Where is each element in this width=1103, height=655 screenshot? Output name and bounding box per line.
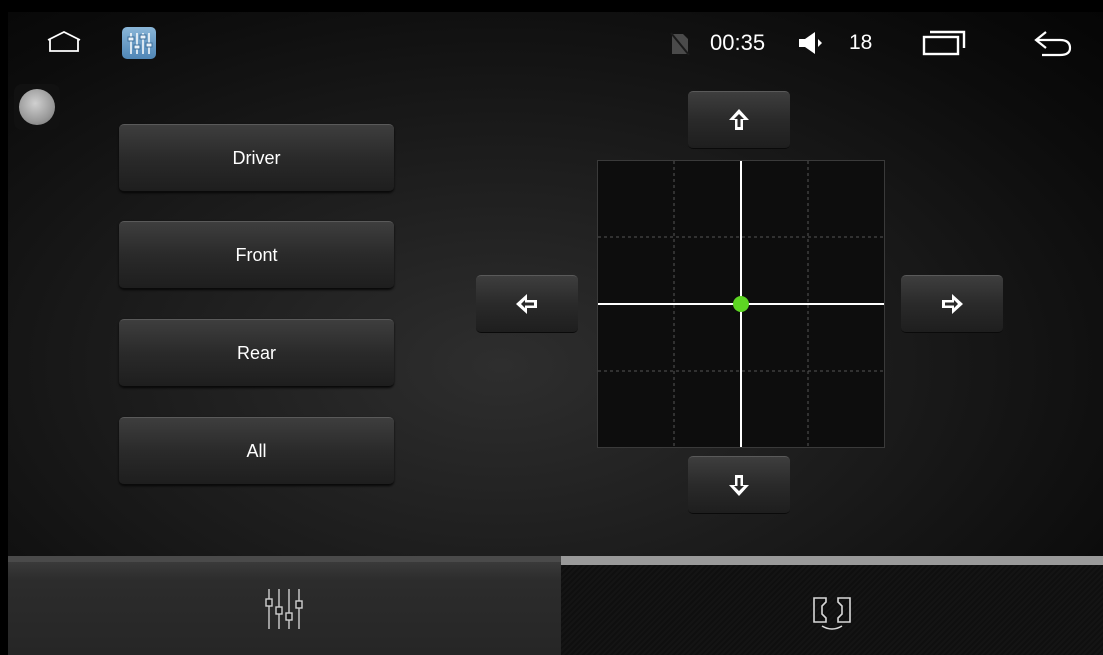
right-arrow-icon — [942, 294, 963, 314]
back-icon[interactable] — [1030, 28, 1074, 58]
balance-position-marker[interactable] — [733, 296, 749, 312]
zone-rear-button[interactable]: Rear — [119, 319, 394, 387]
tab-balance-fader[interactable] — [561, 556, 1103, 655]
zone-front-button[interactable]: Front — [119, 221, 394, 289]
left-arrow-icon — [516, 294, 537, 314]
balance-fader-icon — [813, 597, 851, 630]
balance-right-button[interactable] — [901, 275, 1003, 333]
balance-fader-grid[interactable] — [597, 160, 885, 448]
volume-level: 18 — [849, 31, 873, 54]
tab-equalizer[interactable] — [8, 556, 561, 655]
recent-apps-icon[interactable] — [920, 29, 968, 57]
balance-left-button[interactable] — [476, 275, 578, 333]
up-arrow-icon — [729, 109, 749, 130]
clock-time: 00:35 — [710, 30, 766, 55]
zone-driver-button[interactable]: Driver — [119, 124, 394, 192]
down-arrow-icon — [729, 475, 749, 496]
home-icon[interactable] — [46, 28, 82, 54]
no-sim-icon — [670, 32, 690, 56]
status-bar: 00:35 18 — [8, 12, 1103, 74]
volume-icon[interactable] — [796, 30, 832, 56]
bottom-tab-bar — [8, 556, 1103, 655]
balance-down-button[interactable] — [688, 456, 790, 514]
floating-assistive-button[interactable] — [14, 84, 60, 130]
equalizer-app-icon[interactable] — [122, 27, 156, 59]
zone-all-button[interactable]: All — [119, 417, 394, 485]
screen: 00:35 18 Driver Front Rear All — [8, 12, 1103, 655]
balance-up-button[interactable] — [688, 91, 790, 149]
equalizer-icon — [264, 588, 303, 629]
